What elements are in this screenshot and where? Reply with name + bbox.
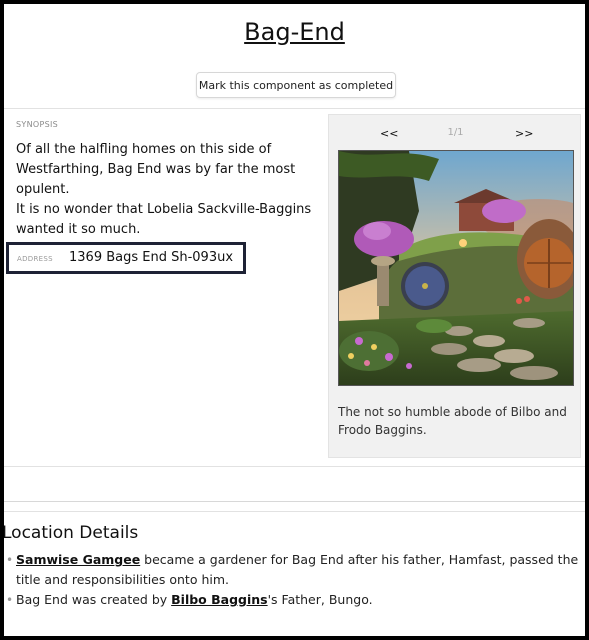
address-label: Address xyxy=(17,255,53,263)
image-caption: The not so humble abode of Bilbo and Fro… xyxy=(338,405,567,437)
mark-completed-button[interactable]: Mark this component as completed xyxy=(196,72,396,98)
list-item-text: Bag End was created by xyxy=(16,592,172,607)
synopsis-line: Of all the halfling homes on this side o… xyxy=(16,142,296,197)
bullet-icon: • xyxy=(6,553,14,567)
list-item: • Bag End was created by Bilbo Baggins's … xyxy=(6,590,585,610)
samwise-gamgee-link[interactable]: Samwise Gamgee xyxy=(16,552,140,567)
hobbit-hole-image xyxy=(338,150,574,386)
synopsis-label: Synopsis xyxy=(16,120,58,129)
image-gallery: << 1/1 >> The not so humble abode of Bil… xyxy=(328,114,581,458)
divider xyxy=(4,466,585,467)
synopsis-line: It is no wonder that Lobelia Sackville-B… xyxy=(16,202,312,237)
location-details-heading: Location Details xyxy=(4,523,139,543)
gallery-next-button[interactable]: >> xyxy=(515,127,533,140)
bullet-icon: • xyxy=(6,593,14,607)
divider xyxy=(4,511,585,512)
address-value: 1369 Bags End Sh-093ux xyxy=(69,250,234,265)
synopsis-text: Of all the halfling homes on this side o… xyxy=(16,140,316,240)
bilbo-baggins-link[interactable]: Bilbo Baggins xyxy=(171,592,267,607)
list-item: • Samwise Gamgee became a gardener for Ba… xyxy=(6,550,585,590)
divider xyxy=(4,501,585,502)
page-frame: Bag-End Mark this component as completed… xyxy=(4,4,585,636)
gallery-counter: 1/1 xyxy=(447,127,464,138)
address-field-highlight: Address 1369 Bags End Sh-093ux xyxy=(6,242,246,274)
list-item-text: 's Father, Bungo. xyxy=(267,592,373,607)
divider xyxy=(4,108,585,109)
location-details-list: • Samwise Gamgee became a gardener for Ba… xyxy=(6,550,585,610)
page-title: Bag-End xyxy=(244,18,345,46)
